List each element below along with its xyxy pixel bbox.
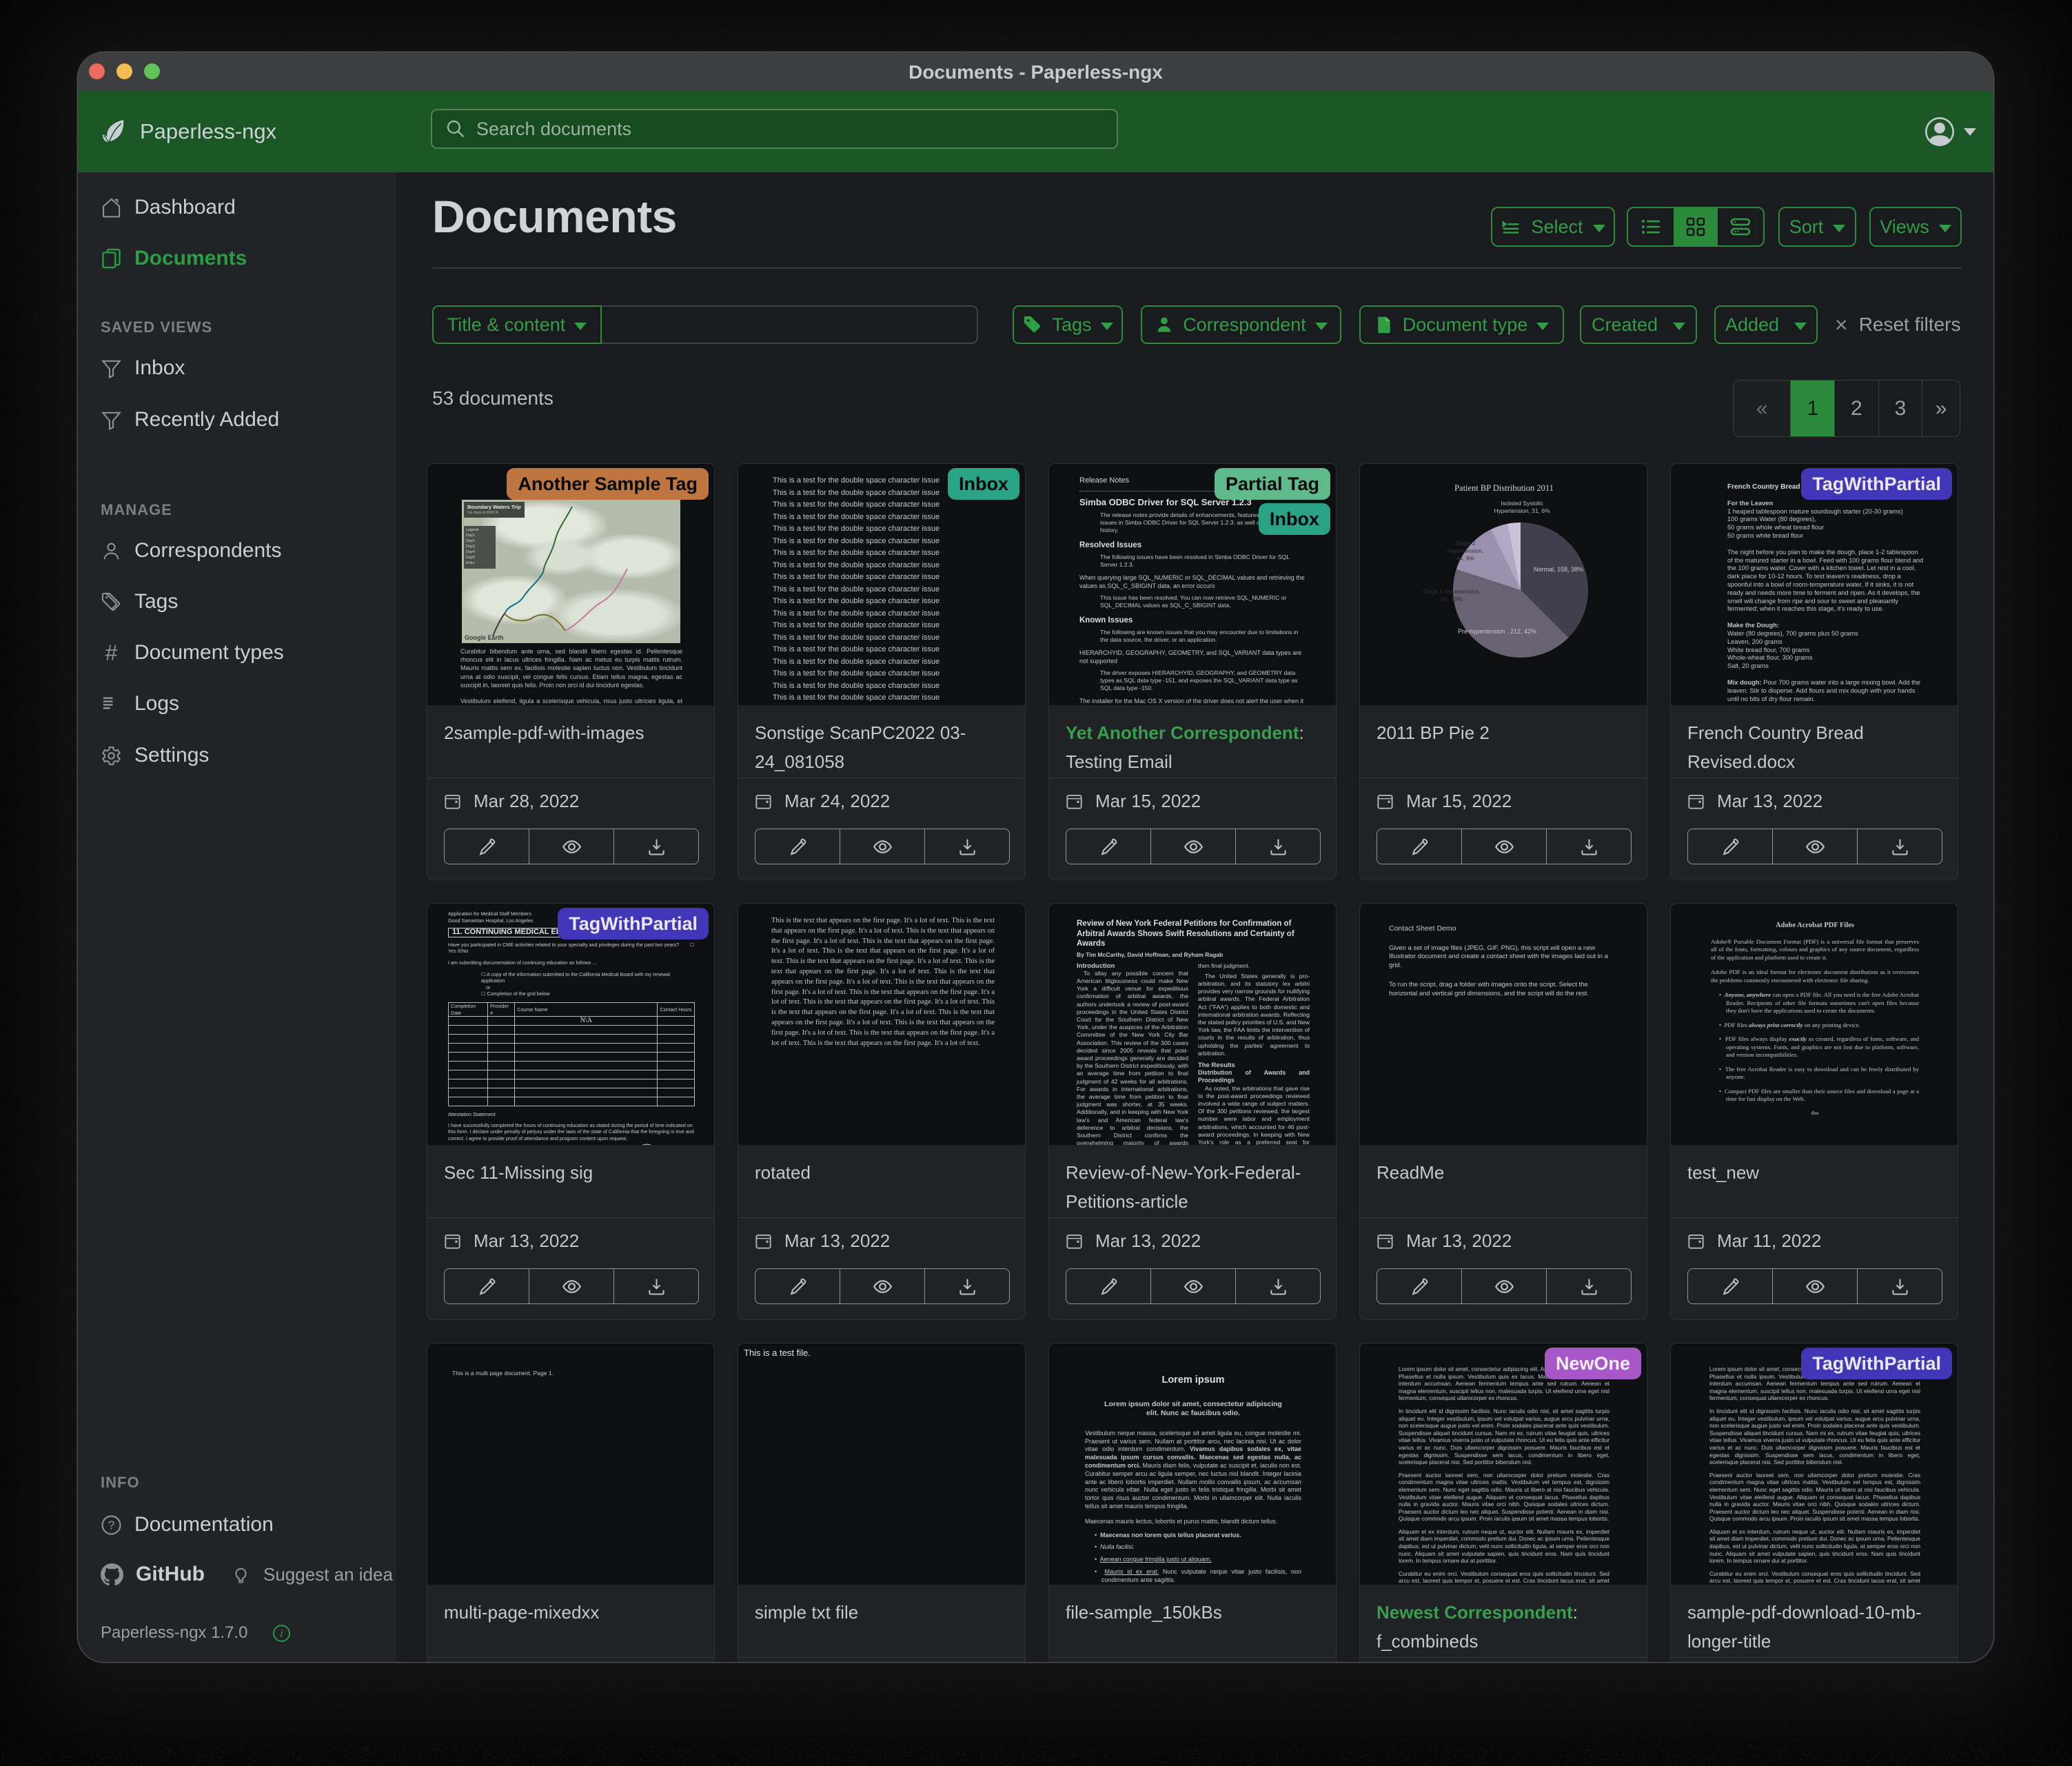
svg-text:i: i — [281, 1627, 284, 1640]
svg-text:?: ? — [108, 1518, 115, 1532]
